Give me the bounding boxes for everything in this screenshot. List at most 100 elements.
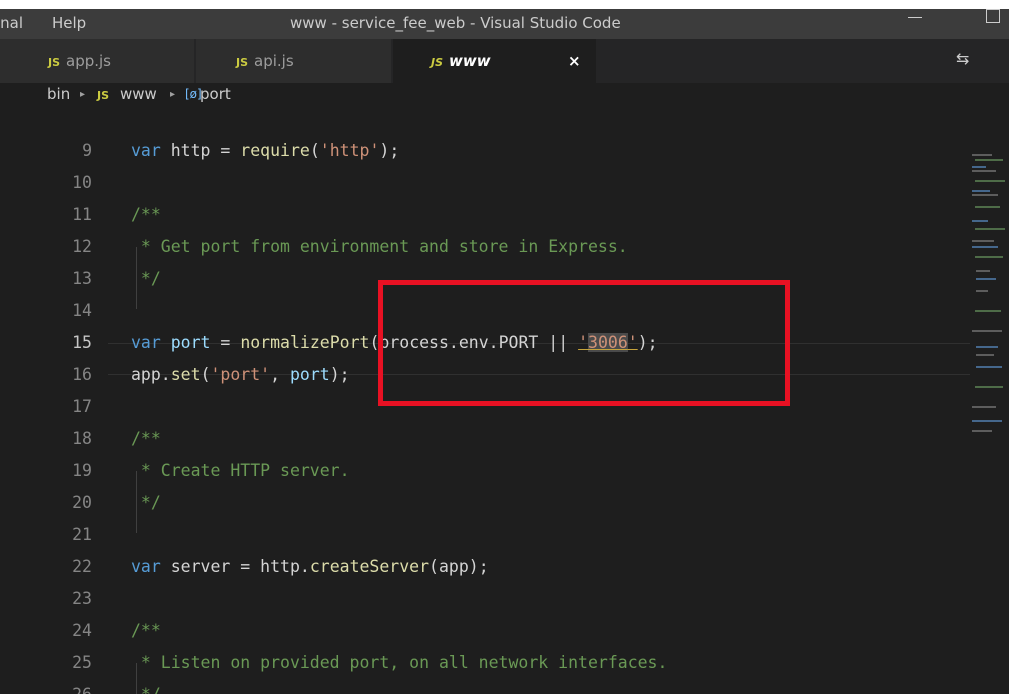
code-text: /** — [131, 423, 161, 455]
code-line[interactable]: 21 — [0, 519, 970, 551]
code-text: /** — [131, 615, 161, 647]
line-number: 16 — [72, 365, 92, 384]
code-token: /** — [131, 429, 161, 448]
line-number: 15 — [72, 333, 92, 352]
code-token: 'http' — [319, 141, 380, 160]
code-token: var — [131, 557, 171, 576]
code-token: = — [210, 333, 241, 352]
line-number: 24 — [72, 621, 92, 640]
line-number: 18 — [72, 429, 92, 448]
menu-help[interactable]: Help — [52, 14, 86, 32]
tab-label: api.js — [254, 52, 294, 70]
code-line[interactable]: 20 */ — [0, 487, 970, 519]
code-line[interactable]: 22 var server = http.createServer(app); — [0, 551, 970, 583]
code-line[interactable]: 26 */ — [0, 679, 970, 694]
code-token: */ — [131, 269, 161, 288]
code-token: (app); — [429, 557, 489, 576]
title-bar: inal Help www - service_fee_web - Visual… — [0, 0, 1009, 39]
code-token: ( — [309, 141, 320, 160]
code-text: */ — [131, 679, 161, 694]
code-text: var http = require('http'); — [131, 135, 399, 167]
code-token: /** — [131, 205, 161, 224]
tab-label: www — [449, 52, 491, 70]
code-text: * Create HTTP server. — [131, 455, 350, 487]
code-token: */ — [131, 685, 161, 694]
code-token: var — [131, 141, 171, 160]
js-file-icon: JS — [97, 89, 110, 102]
code-text: * Get port from environment and store in… — [131, 231, 628, 263]
tab-api-js[interactable]: JS api.js — [196, 39, 392, 83]
code-text: * Listen on provided port, on all networ… — [131, 647, 668, 679]
code-line[interactable]: 10 — [0, 167, 970, 199]
line-number: 9 — [82, 141, 92, 160]
code-token: * Listen on provided port, on all networ… — [131, 653, 668, 672]
code-token: port — [289, 365, 330, 384]
code-token: * Get port from environment and store in… — [131, 237, 628, 256]
code-token: /** — [131, 621, 161, 640]
line-number: 11 — [72, 205, 92, 224]
code-token: port — [170, 333, 211, 352]
code-text: */ — [131, 263, 161, 295]
code-line[interactable]: 9 var http = require('http'); — [0, 135, 970, 167]
code-token: http = — [170, 141, 241, 160]
breadcrumb-symbol[interactable]: port — [200, 85, 231, 103]
code-line[interactable]: 24 /** — [0, 615, 970, 647]
compare-changes-icon[interactable]: ⇆ — [956, 49, 969, 68]
line-number: 22 — [72, 557, 92, 576]
line-number: 10 — [72, 173, 92, 192]
chevron-right-icon: ▸ — [170, 89, 176, 100]
line-number: 14 — [72, 301, 92, 320]
line-number: 19 — [72, 461, 92, 480]
maximize-icon[interactable] — [986, 9, 1000, 23]
code-text: /** — [131, 199, 161, 231]
line-number: 25 — [72, 653, 92, 672]
window-title: www - service_fee_web - Visual Studio Co… — [290, 14, 621, 32]
code-token: ); — [379, 141, 400, 160]
tab-www[interactable]: JS www — [393, 39, 597, 83]
code-token: */ — [131, 493, 161, 512]
tab-label: app.js — [66, 52, 112, 70]
tab-bar: JS app.js JS api.js JS www — [0, 39, 1009, 83]
minimap[interactable] — [970, 150, 1009, 450]
code-line[interactable]: 19 * Create HTTP server. — [0, 455, 970, 487]
line-number: 26 — [52, 679, 92, 694]
code-token: * Create HTTP server. — [131, 461, 350, 480]
close-icon[interactable]: × — [568, 39, 581, 83]
red-annotation-box — [378, 280, 790, 406]
code-token: , — [270, 365, 290, 384]
js-file-icon: JS — [431, 56, 444, 69]
code-text: var server = http.createServer(app); — [131, 551, 489, 583]
chevron-right-icon: ▸ — [80, 89, 86, 100]
code-token: normalizePort — [240, 333, 370, 352]
line-number: 21 — [72, 525, 92, 544]
code-line[interactable]: 11 /** — [0, 199, 970, 231]
code-token: server = http. — [170, 557, 310, 576]
code-text: */ — [131, 487, 161, 519]
code-line[interactable]: 23 — [0, 583, 970, 615]
code-line[interactable]: 18 /** — [0, 423, 970, 455]
code-token: ); — [329, 365, 350, 384]
code-token: var — [131, 333, 171, 352]
breadcrumb-file[interactable]: www — [120, 85, 157, 103]
line-number: 23 — [72, 589, 92, 608]
code-line[interactable]: 12 * Get port from environment and store… — [0, 231, 970, 263]
code-token: 'port' — [210, 365, 271, 384]
breadcrumb-folder[interactable]: bin — [47, 85, 70, 103]
code-token: set — [170, 365, 201, 384]
js-file-icon: JS — [236, 56, 249, 69]
code-token: require — [240, 141, 310, 160]
js-file-icon: JS — [48, 56, 61, 69]
line-number: 20 — [72, 493, 92, 512]
line-number: 17 — [72, 397, 92, 416]
code-line[interactable]: 25 * Listen on provided port, on all net… — [0, 647, 970, 679]
code-token: createServer — [309, 557, 430, 576]
breadcrumb: bin ▸ JS www ▸ [ø] port — [0, 83, 1009, 107]
vscode-window: inal Help www - service_fee_web - Visual… — [0, 0, 1009, 694]
menu-terminal[interactable]: inal — [0, 14, 23, 32]
minimize-icon[interactable] — [908, 17, 922, 18]
code-token: ( — [200, 365, 211, 384]
line-number: 13 — [72, 269, 92, 288]
code-token: app. — [131, 365, 171, 384]
tab-app-js[interactable]: JS app.js — [0, 39, 195, 83]
line-number: 12 — [72, 237, 92, 256]
